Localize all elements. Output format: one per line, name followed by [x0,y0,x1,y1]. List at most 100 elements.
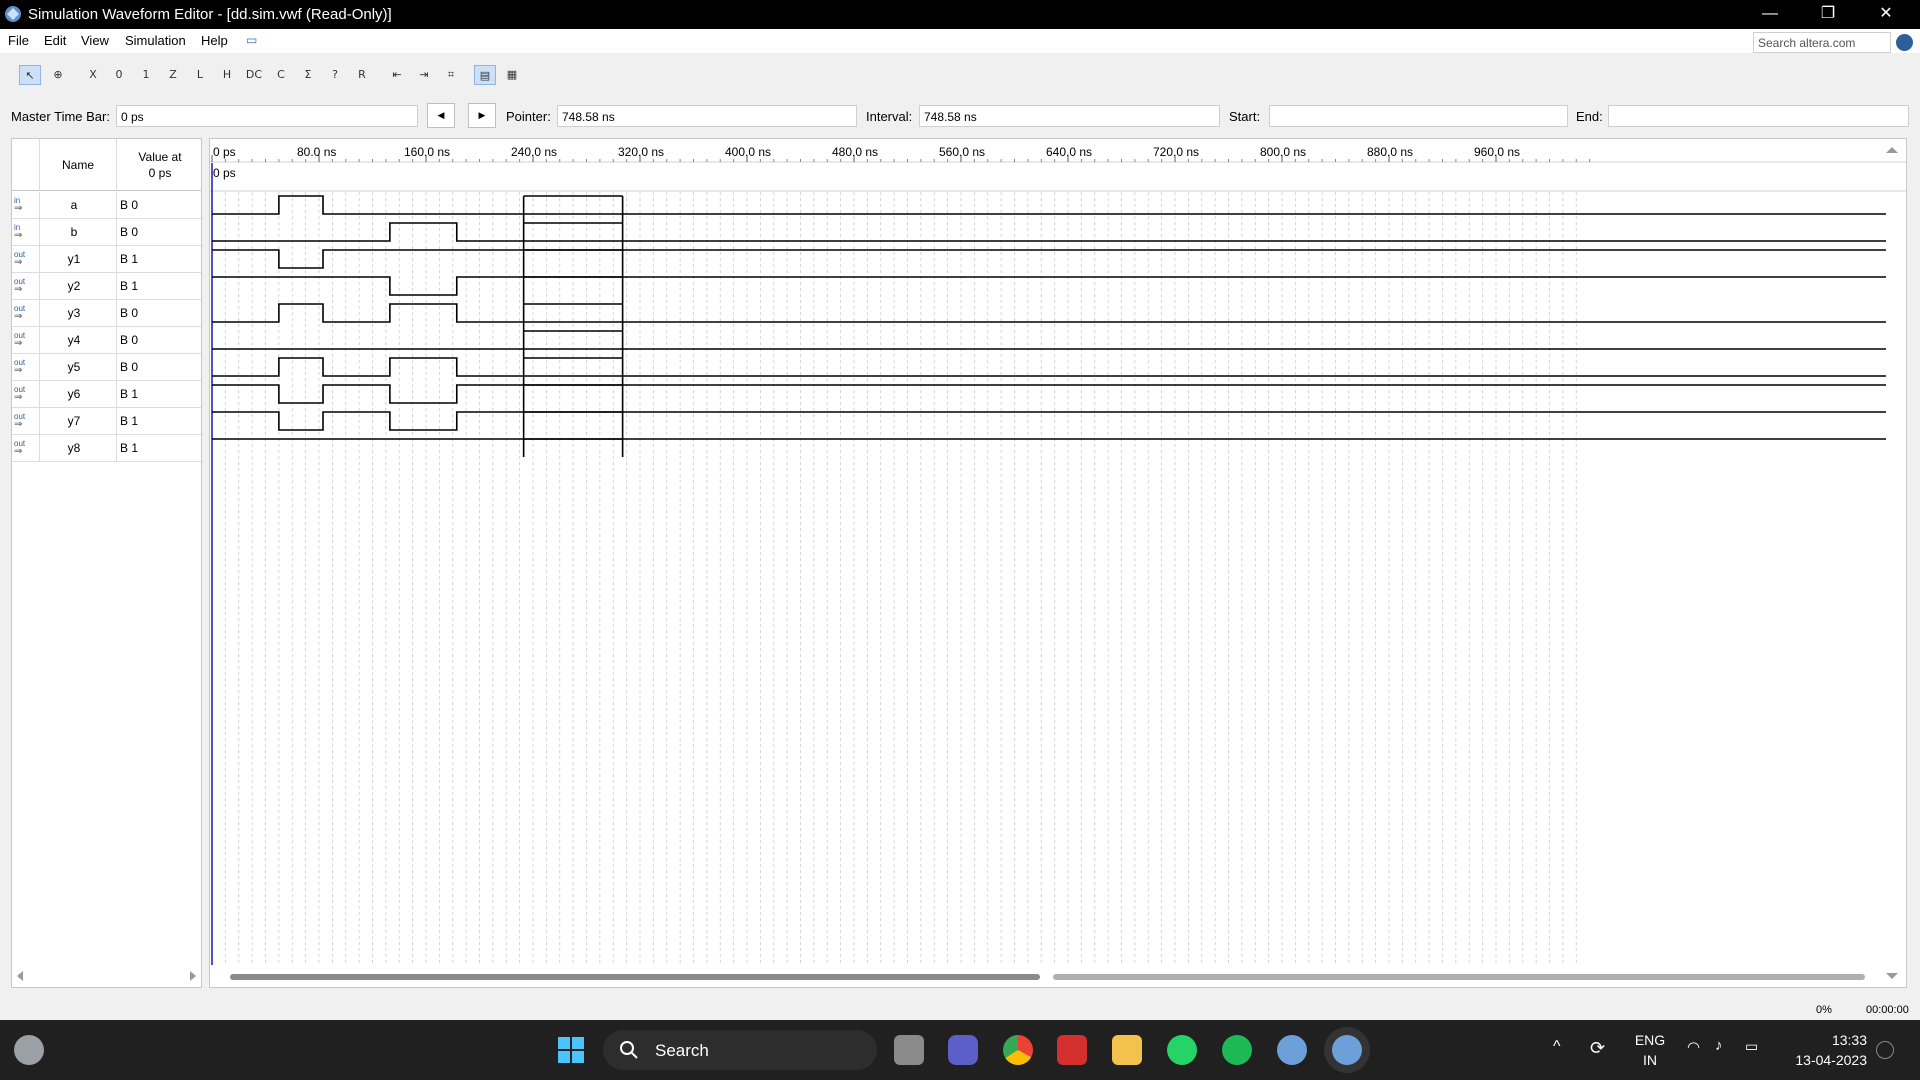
signal-row-a[interactable]: in ⇒ a B 0 [12,192,201,219]
weak-high-icon[interactable]: H [216,65,238,85]
waveform-pane[interactable]: 0 ps 80.0 ns 160.0 ns 240.0 ns 320.0 ns 400.0… [209,138,1907,988]
signal-row-b[interactable]: in ⇒ b B 0 [12,219,201,246]
waveform-y7 [212,411,1886,431]
clock[interactable]: 13:33 13-04-2023 [1777,1030,1867,1070]
feedback-icon[interactable]: ▭ [246,33,257,47]
name-column-header[interactable]: Name [50,158,106,172]
out-pin-icon: out ⇒ [14,304,26,322]
signal-name[interactable]: y4 [54,333,94,347]
signal-row-y1[interactable]: out ⇒ y1 B 1 [12,246,201,273]
start-label: Start: [1229,109,1261,124]
language-indicator[interactable]: ENG IN [1630,1030,1670,1070]
scroll-left-icon[interactable] [17,971,23,981]
sync-icon[interactable]: ⟳ [1590,1038,1605,1059]
zoom-tool-icon[interactable]: ⊕ [47,65,69,85]
timing-sim-icon[interactable]: ▦ [501,65,523,85]
scroll-right-icon[interactable] [190,971,196,981]
high-impedance-icon[interactable]: Z [162,65,184,85]
windows-start-icon[interactable] [556,1035,586,1065]
wps-office-icon[interactable] [1057,1035,1087,1065]
menu-help[interactable]: Help [201,33,228,48]
language-code: ENG [1634,1032,1666,1048]
signal-row-y5[interactable]: out ⇒ y5 B 0 [12,354,201,381]
region-code: IN [1643,1052,1657,1068]
ruler-tick-label: 960.0 ns [1474,145,1520,159]
signal-name[interactable]: y5 [54,360,94,374]
notification-icon[interactable] [1876,1041,1894,1059]
master-time-bar-label: Master Time Bar: [11,109,110,124]
prev-transition-button[interactable]: ◀ [427,103,455,128]
random-value-icon[interactable]: R [351,65,373,85]
signal-row-y4[interactable]: out ⇒ y4 B 0 [12,327,201,354]
snap-left-icon[interactable]: ⇤ [386,65,408,85]
left-horizontal-scrollbar[interactable] [11,966,202,986]
menu-edit[interactable]: Edit [44,33,66,48]
signal-name[interactable]: y7 [54,414,94,428]
ruler-tick-label: 560.0 ns [939,145,985,159]
out-pin-icon: out ⇒ [14,412,26,430]
teams-chat-icon[interactable] [948,1035,978,1065]
menu-file[interactable]: File [8,33,29,48]
signal-row-y7[interactable]: out ⇒ y7 B 1 [12,408,201,435]
waveform-editor-taskbar-icon[interactable] [1332,1035,1362,1065]
signal-row-y8[interactable]: out ⇒ y8 B 1 [12,435,201,462]
signal-row-y2[interactable]: out ⇒ y2 B 1 [12,273,201,300]
taskbar-search[interactable]: Search [603,1030,877,1070]
value-column-header[interactable]: Value at [120,150,200,164]
chrome-icon[interactable] [1003,1035,1033,1065]
globe-icon[interactable] [1896,34,1913,51]
arbitrary-value-icon[interactable]: ? [324,65,346,85]
interval-field: 748.58 ns [919,105,1220,127]
count-value-icon[interactable]: Ʃ [297,65,319,85]
master-time-bar-field[interactable]: 0 ps [116,105,418,127]
signal-name[interactable]: y1 [54,252,94,266]
quartus-app-icon [5,6,21,22]
signal-name[interactable]: y6 [54,387,94,401]
signal-row-y6[interactable]: out ⇒ y6 B 1 [12,381,201,408]
chevron-up-icon[interactable]: ^ [1553,1038,1561,1056]
invert-icon[interactable]: C [270,65,292,85]
signal-name[interactable]: a [54,198,94,212]
start-field[interactable] [1269,105,1568,127]
whatsapp-icon[interactable] [1167,1035,1197,1065]
functional-sim-icon[interactable]: ▤ [474,65,496,85]
menu-simulation[interactable]: Simulation [125,33,186,48]
elapsed-time: 00:00:00 [1866,1004,1909,1016]
quartus-taskbar-icon[interactable] [1277,1035,1307,1065]
signal-name[interactable]: b [54,225,94,239]
weather-icon[interactable] [14,1035,44,1065]
grid-icon[interactable]: ⌗ [440,65,462,85]
menu-view[interactable]: View [81,33,109,48]
end-field[interactable] [1608,105,1909,127]
wifi-icon[interactable]: ◠ [1687,1038,1700,1056]
signal-name[interactable]: y2 [54,279,94,293]
next-transition-button[interactable]: ▶ [468,103,496,128]
force-low-icon[interactable]: 0 [108,65,130,85]
force-unknown-icon[interactable]: X [82,65,104,85]
signal-name[interactable]: y8 [54,441,94,455]
weak-low-icon[interactable]: L [189,65,211,85]
end-label: End: [1576,109,1603,124]
out-pin-icon: out ⇒ [14,331,26,349]
battery-icon[interactable]: ▭ [1745,1038,1758,1055]
signal-row-y3[interactable]: out ⇒ y3 B 0 [12,300,201,327]
file-explorer-icon[interactable] [1112,1035,1142,1065]
signal-name[interactable]: y3 [54,306,94,320]
force-high-icon[interactable]: 1 [135,65,157,85]
close-button[interactable]: ✕ [1857,0,1915,29]
spotify-icon[interactable] [1222,1035,1252,1065]
dont-care-icon[interactable]: DC [243,65,265,85]
volume-icon[interactable]: ♪ [1715,1037,1723,1054]
progress-percent: 0% [1816,1004,1832,1016]
horizontal-scroll-thumb [230,974,1040,980]
pointer-label: Pointer: [506,109,551,124]
restore-button[interactable]: ❐ [1799,0,1857,29]
waveform-canvas[interactable]: 0 ps 80.0 ns 160.0 ns 240.0 ns 320.0 ns 400.0… [210,139,1906,987]
taskbar-search-label: Search [655,1041,709,1060]
snap-right-icon[interactable]: ⇥ [413,65,435,85]
minimize-button[interactable]: — [1741,0,1799,29]
search-altera-input[interactable]: Search altera.com [1753,32,1891,53]
window-title: Simulation Waveform Editor - [dd.sim.vwf… [28,6,392,23]
task-view-icon[interactable] [894,1035,924,1065]
selection-tool-icon[interactable]: ↖ [19,65,41,85]
